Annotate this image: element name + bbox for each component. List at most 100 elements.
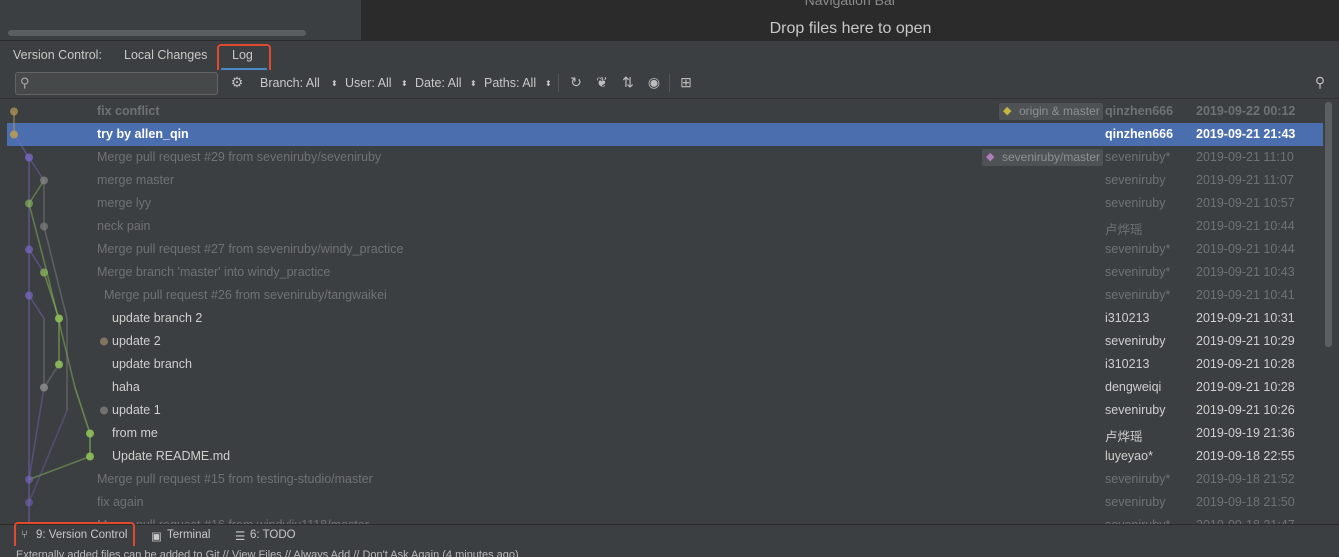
tab-local-changes[interactable]: Local Changes bbox=[124, 48, 207, 62]
origin-master-label: ◆ origin & master bbox=[999, 103, 1103, 120]
commit-subject: update branch 2 bbox=[112, 311, 203, 325]
commit-row[interactable]: haha dengweiqi 2019-09-21 10:28 bbox=[7, 376, 1323, 399]
chevron-updown-icon: ⬍ bbox=[545, 79, 552, 88]
commit-row[interactable]: merge lyy seveniruby 2019-09-21 10:57 bbox=[7, 192, 1323, 215]
commit-row[interactable]: Merge branch 'master' into windy_practic… bbox=[7, 261, 1323, 284]
toolbar-separator bbox=[558, 74, 559, 92]
commit-node bbox=[25, 245, 33, 254]
commit-row[interactable]: update 2 seveniruby 2019-09-21 10:29 bbox=[7, 330, 1323, 353]
new-tab-icon[interactable]: ⊞ bbox=[677, 74, 695, 91]
commit-row[interactable]: from me 卢烨瑶 2019-09-19 21:36 bbox=[7, 422, 1323, 445]
commit-row[interactable]: Merge pull request #15 from testing-stud… bbox=[7, 468, 1323, 491]
commit-row[interactable]: Merge pull request #26 from seveniruby/t… bbox=[7, 284, 1323, 307]
eye-icon[interactable]: ◉ bbox=[645, 74, 663, 91]
tab-todo[interactable]: 6: TODO bbox=[250, 529, 296, 541]
left-gutter bbox=[0, 100, 7, 524]
commit-node bbox=[55, 314, 63, 323]
chevron-updown-icon: ⬍ bbox=[470, 79, 477, 88]
graph-edge bbox=[13, 134, 30, 158]
tool-window-bar: ⑂ 9: Version Control ▣ Terminal ☰ 6: TOD… bbox=[0, 522, 1339, 549]
toolbar-separator bbox=[669, 74, 670, 92]
tab-version-control[interactable]: 9: Version Control bbox=[36, 529, 127, 541]
commit-row[interactable]: neck pain 卢烨瑶 2019-09-21 10:44 bbox=[7, 215, 1323, 238]
commit-author: qinzhen666 bbox=[1105, 127, 1174, 141]
commit-node bbox=[100, 337, 108, 346]
status-message[interactable]: Externally added files can be added to G… bbox=[16, 549, 519, 557]
tab-terminal[interactable]: Terminal bbox=[167, 529, 210, 541]
log-toolbar: ⚲ ⚙ Branch: All ⬍ User: All ⬍ Date: All … bbox=[0, 70, 1339, 99]
branch-filter[interactable]: Branch: All bbox=[260, 76, 320, 90]
commit-subject: Update README.md bbox=[112, 449, 231, 463]
commit-row[interactable]: merge master seveniruby 2019-09-21 11:07 bbox=[7, 169, 1323, 192]
ref-label: origin & master bbox=[1019, 104, 1100, 118]
commit-node bbox=[100, 406, 108, 415]
refresh-icon[interactable]: ↻ bbox=[567, 74, 585, 91]
graph-edge bbox=[28, 455, 91, 481]
search-input[interactable]: ⚲ bbox=[15, 72, 218, 95]
commit-log-table[interactable]: fix conflict ◆ origin & master qinzhen666 20… bbox=[7, 100, 1323, 525]
tag-icon: ◆ bbox=[986, 151, 995, 163]
status-bar: Externally added files can be added to G… bbox=[0, 546, 1339, 557]
gear-icon[interactable]: ⚙ bbox=[228, 74, 246, 91]
commit-subject: Merge pull request #26 from seveniruby/t… bbox=[104, 288, 387, 302]
commit-row[interactable]: update branch 2 i310213 2019-09-21 10:31 bbox=[7, 307, 1323, 330]
commit-node bbox=[25, 475, 33, 484]
search-icon[interactable]: ⚲ bbox=[1311, 74, 1329, 91]
commit-row[interactable]: Merge pull request #27 from seveniruby/w… bbox=[7, 238, 1323, 261]
tag-icon: ◆ bbox=[1003, 105, 1012, 117]
navigation-hint: Navigation Bar bbox=[804, 0, 897, 8]
commit-author: seveniruby* bbox=[1105, 472, 1171, 486]
commit-author: dengweiqi bbox=[1105, 380, 1162, 394]
commit-node bbox=[55, 360, 63, 369]
commit-row[interactable]: fix again seveniruby 2019-09-18 21:50 bbox=[7, 491, 1323, 514]
horizontal-scrollbar[interactable] bbox=[8, 30, 306, 36]
commit-node bbox=[40, 176, 48, 185]
commit-node bbox=[10, 107, 18, 116]
tab-log[interactable]: Log bbox=[232, 48, 253, 62]
commit-subject: Merge pull request #29 from seveniruby/s… bbox=[97, 150, 382, 164]
commit-date: 2019-09-21 10:43 bbox=[1196, 265, 1295, 279]
vertical-scrollbar[interactable] bbox=[1325, 102, 1332, 347]
commit-author: seveniruby* bbox=[1105, 265, 1171, 279]
commit-date: 2019-09-18 22:55 bbox=[1196, 449, 1295, 463]
commit-date: 2019-09-21 10:31 bbox=[1196, 311, 1295, 325]
commit-row[interactable]: fix conflict ◆ origin & master qinzhen666 20… bbox=[7, 100, 1323, 123]
version-control-tabbar: Version Control: Local Changes Log bbox=[0, 40, 1339, 77]
commit-node bbox=[86, 429, 94, 438]
commit-subject: Merge pull request #27 from seveniruby/w… bbox=[97, 242, 404, 256]
branch-icon: ⑂ bbox=[21, 529, 28, 541]
graph-edge bbox=[28, 180, 45, 204]
cherry-pick-icon[interactable]: ❦ bbox=[593, 74, 611, 91]
commit-date: 2019-09-21 10:44 bbox=[1196, 242, 1295, 256]
commit-row[interactable]: try by allen_qin qinzhen666 2019-09-21 21:… bbox=[7, 123, 1323, 146]
commit-author: seveniruby bbox=[1105, 173, 1166, 187]
commit-date: 2019-09-21 10:28 bbox=[1196, 357, 1295, 371]
commit-author: i310213 bbox=[1105, 357, 1150, 371]
graph-edge bbox=[74, 387, 91, 434]
commit-author: i310213 bbox=[1105, 311, 1150, 325]
commit-date: 2019-09-22 00:12 bbox=[1196, 104, 1296, 118]
commit-author: luyeyao* bbox=[1105, 449, 1153, 463]
commit-row[interactable]: update branch i310213 2019-09-21 10:28 bbox=[7, 353, 1323, 376]
commit-subject: Merge branch 'master' into windy_practic… bbox=[97, 265, 331, 279]
commit-node bbox=[40, 222, 48, 231]
commit-date: 2019-09-21 10:26 bbox=[1196, 403, 1295, 417]
editor-empty-area: Navigation Bar Drop files here to open bbox=[362, 0, 1339, 40]
commit-row[interactable]: Merge pull request #29 from seveniruby/s… bbox=[7, 146, 1323, 169]
sort-icon[interactable]: ⇅ bbox=[619, 74, 637, 91]
date-filter[interactable]: Date: All bbox=[415, 76, 462, 90]
commit-node bbox=[86, 452, 94, 461]
commit-subject: from me bbox=[112, 426, 158, 440]
commit-row[interactable]: Update README.md luyeyao* 2019-09-18 22:55 bbox=[7, 445, 1323, 468]
commit-date: 2019-09-21 11:07 bbox=[1196, 173, 1294, 187]
user-filter[interactable]: User: All bbox=[345, 76, 392, 90]
search-icon: ⚲ bbox=[20, 75, 30, 90]
commit-row[interactable]: update 1 seveniruby 2019-09-21 10:26 bbox=[7, 399, 1323, 422]
graph-edge bbox=[28, 410, 68, 503]
paths-filter[interactable]: Paths: All bbox=[484, 76, 536, 90]
commit-author: seveniruby* bbox=[1105, 242, 1171, 256]
tool-window-title: Version Control: bbox=[13, 48, 102, 62]
project-panel-edge bbox=[0, 0, 362, 40]
commit-node bbox=[25, 498, 33, 507]
commit-author: seveniruby* bbox=[1105, 150, 1171, 164]
